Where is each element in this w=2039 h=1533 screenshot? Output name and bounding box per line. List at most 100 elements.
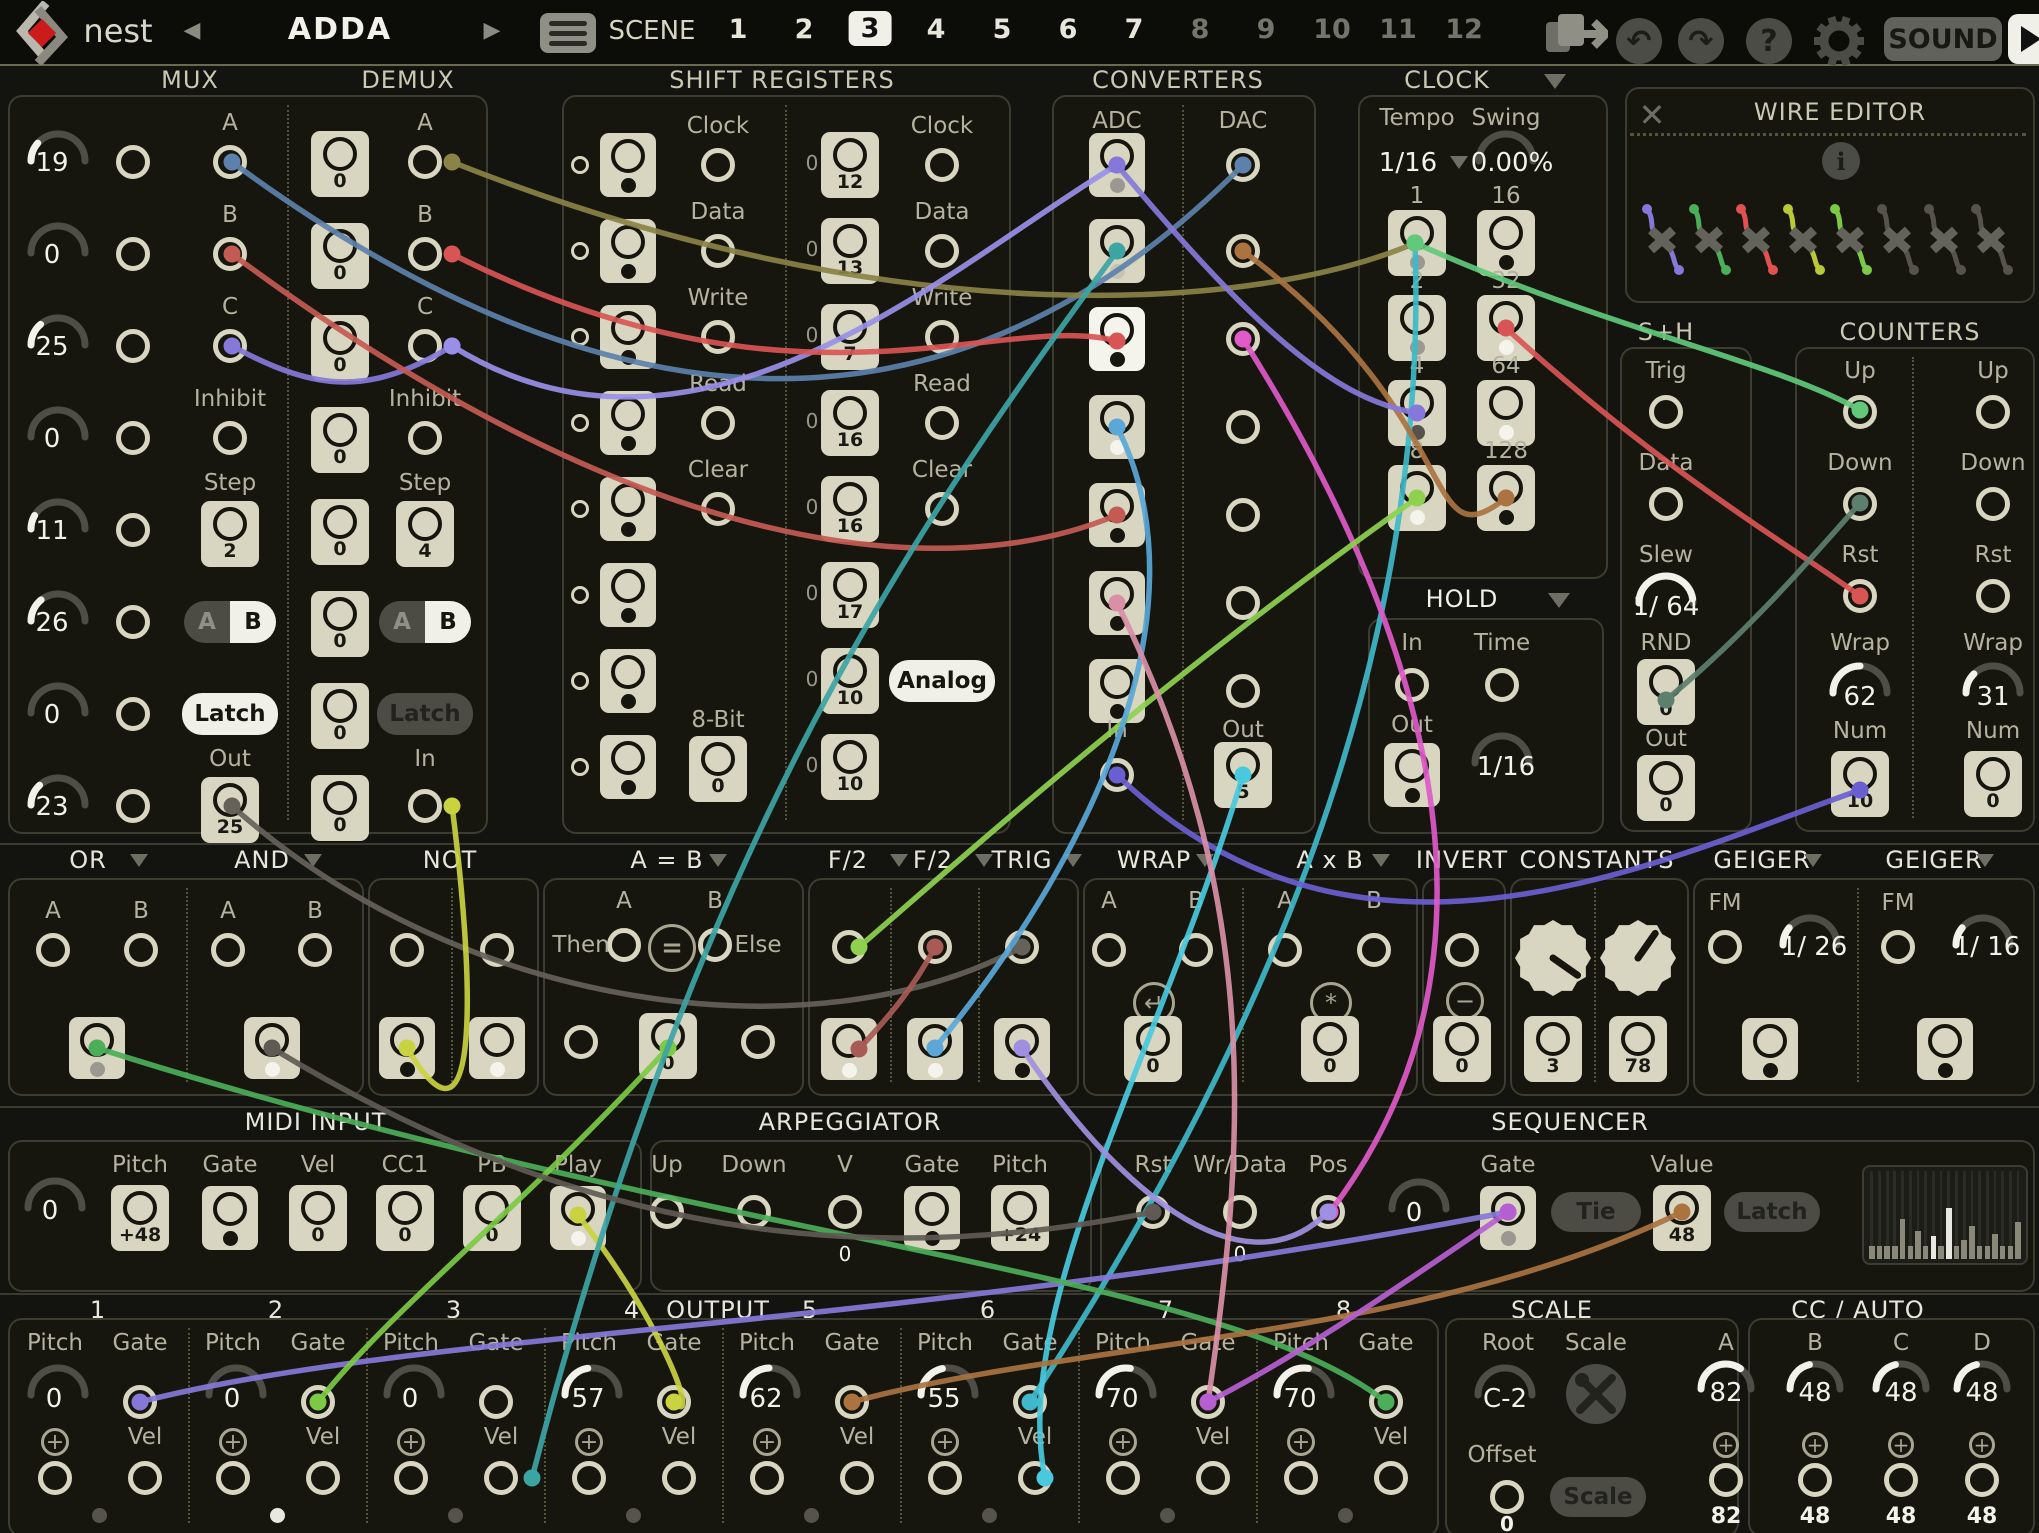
output-1-vel-port[interactable]	[128, 1461, 162, 1495]
scene-tab-9[interactable]: 9	[1257, 14, 1276, 45]
scene-tab-10[interactable]: 10	[1313, 14, 1351, 45]
dac-port-7[interactable]	[1226, 674, 1260, 708]
sr-8bit-jack[interactable]: 0	[689, 736, 747, 802]
output-3-pitch-out-port[interactable]	[394, 1461, 428, 1495]
wire-editor-close-icon[interactable]: ✕	[1639, 96, 1666, 134]
clock-div-jack-128[interactable]	[1477, 465, 1535, 531]
tempo-dropdown-icon[interactable]	[1450, 156, 1468, 169]
cc-a-port[interactable]	[1709, 1463, 1743, 1497]
menu-icon[interactable]	[540, 13, 596, 53]
output-5-gate-port[interactable]	[835, 1385, 869, 1419]
preset-next-icon[interactable]: ▶	[484, 18, 501, 43]
mux-port-c[interactable]	[213, 329, 247, 363]
aeb-out-jack[interactable]: 0	[639, 1013, 697, 1079]
tempo-value[interactable]: 1/16	[1379, 148, 1437, 178]
geiger-2-fm-port[interactable]	[1881, 930, 1915, 964]
preset-name[interactable]: ADDA	[288, 12, 392, 47]
scene-tab-1[interactable]: 1	[729, 14, 748, 45]
sr-right-port-clear[interactable]	[925, 492, 959, 526]
ab-option-a[interactable]: A	[379, 601, 425, 643]
sh-trig-port[interactable]	[1649, 395, 1683, 429]
output-7-vel-port[interactable]	[1196, 1461, 1230, 1495]
sr-left-option-dot-4[interactable]	[571, 414, 589, 432]
output-7-gate-port[interactable]	[1191, 1385, 1225, 1419]
sh-rnd-jack[interactable]: 0	[1637, 659, 1695, 725]
not-2-in-port[interactable]	[480, 933, 514, 967]
adc-jack-7[interactable]	[1089, 659, 1145, 723]
sr-right-port-data[interactable]	[925, 234, 959, 268]
scene-tab-11[interactable]: 11	[1379, 14, 1417, 45]
clock-div-jack-1[interactable]	[1388, 210, 1446, 276]
sr-left-option-dot-1[interactable]	[571, 156, 589, 174]
seq-pos-port[interactable]	[1311, 1195, 1345, 1229]
midi-gate-jack[interactable]	[202, 1186, 258, 1250]
or-out-jack[interactable]	[69, 1017, 125, 1079]
output-7-pitch-out-port[interactable]	[1106, 1461, 1140, 1495]
output-2-pitch-out-port[interactable]	[216, 1461, 250, 1495]
mux-input-port-6[interactable]	[116, 605, 150, 639]
dac-port-5[interactable]	[1226, 498, 1260, 532]
seq-step-display[interactable]	[1862, 1165, 2028, 1265]
mux-out-jack[interactable]: 25	[201, 777, 259, 843]
output-6-vel-port[interactable]	[1018, 1461, 1052, 1495]
mux-step-jack[interactable]: 2	[201, 501, 259, 567]
sr-left-port-clear[interactable]	[701, 492, 735, 526]
sr-right-port-clock[interactable]	[925, 148, 959, 182]
output-5-pitch-out-port[interactable]	[750, 1461, 784, 1495]
sr-right-jack-8[interactable]: 10	[821, 734, 879, 800]
redo-button[interactable]: ↷	[1678, 18, 1724, 64]
wire-slot-6[interactable]	[1874, 204, 1920, 276]
clock-div-jack-4[interactable]	[1388, 380, 1446, 446]
ab-option-b[interactable]: B	[425, 601, 471, 643]
sr-left-jack-2[interactable]	[600, 219, 656, 283]
constant-2-out-jack[interactable]: 78	[1609, 1016, 1667, 1082]
f2-2-in-port[interactable]	[918, 930, 952, 964]
counter-2-num-jack[interactable]: 0	[1964, 751, 2022, 817]
not-1-in-port[interactable]	[390, 933, 424, 967]
arp-v-port[interactable]	[828, 1195, 862, 1229]
scene-tab-6[interactable]: 6	[1059, 14, 1078, 45]
settings-gear-icon[interactable]	[1812, 14, 1866, 68]
counter-2-rst-port[interactable]	[1976, 579, 2010, 613]
seq-wrdata-port[interactable]	[1223, 1195, 1257, 1229]
mux-input-port-7[interactable]	[116, 697, 150, 731]
demux-step-jack[interactable]: 4	[396, 501, 454, 567]
mux-latch-toggle[interactable]: Latch	[182, 693, 278, 735]
midi-cc1-jack[interactable]: 0	[376, 1185, 434, 1251]
mux-input-port-2[interactable]	[116, 237, 150, 271]
scale-offset-port[interactable]	[1490, 1480, 1524, 1514]
output-8-gate-port[interactable]	[1369, 1385, 1403, 1419]
output-4-vel-port[interactable]	[662, 1461, 696, 1495]
dac-port-1[interactable]	[1226, 148, 1260, 182]
and-a-port[interactable]	[211, 933, 245, 967]
sr-analog-toggle[interactable]: Analog	[889, 660, 995, 702]
clock-dropdown-icon[interactable]	[1544, 74, 1566, 89]
clock-div-jack-8[interactable]	[1388, 465, 1446, 531]
scene-tab-12[interactable]: 12	[1445, 14, 1483, 45]
axb-a-port[interactable]	[1268, 933, 1302, 967]
sr-right-jack-3[interactable]: 7	[821, 304, 879, 370]
axb-out-jack[interactable]: 0	[1301, 1016, 1359, 1082]
midi-pb-jack[interactable]: 0	[463, 1185, 521, 1251]
mux-input-port-5[interactable]	[116, 513, 150, 547]
mux-port-inhibit[interactable]	[213, 421, 247, 455]
wrap-a-port[interactable]	[1092, 933, 1126, 967]
hold-time-port[interactable]	[1485, 668, 1519, 702]
logic-dropdown-icon[interactable]	[1196, 854, 1214, 867]
output-4-pitch-out-port[interactable]	[572, 1461, 606, 1495]
and-out-jack[interactable]	[244, 1017, 300, 1079]
hold-in-port[interactable]	[1395, 668, 1429, 702]
counter-2-down-port[interactable]	[1976, 487, 2010, 521]
sr-right-jack-1[interactable]: 12	[821, 132, 879, 198]
demux-cv-jack-3[interactable]: 0	[311, 315, 369, 381]
logic-dropdown-icon[interactable]	[1064, 854, 1082, 867]
sr-left-option-dot-7[interactable]	[571, 672, 589, 690]
midi-pitch-jack[interactable]: +48	[111, 1185, 169, 1251]
scene-tab-7[interactable]: 7	[1125, 14, 1144, 45]
demux-cv-jack-6[interactable]: 0	[311, 591, 369, 657]
sr-left-jack-8[interactable]	[600, 735, 656, 799]
output-3-gate-port[interactable]	[479, 1385, 513, 1419]
sr-left-option-dot-6[interactable]	[571, 586, 589, 604]
wrap-out-jack[interactable]: 0	[1124, 1016, 1182, 1082]
cc-d-port[interactable]	[1965, 1463, 1999, 1497]
